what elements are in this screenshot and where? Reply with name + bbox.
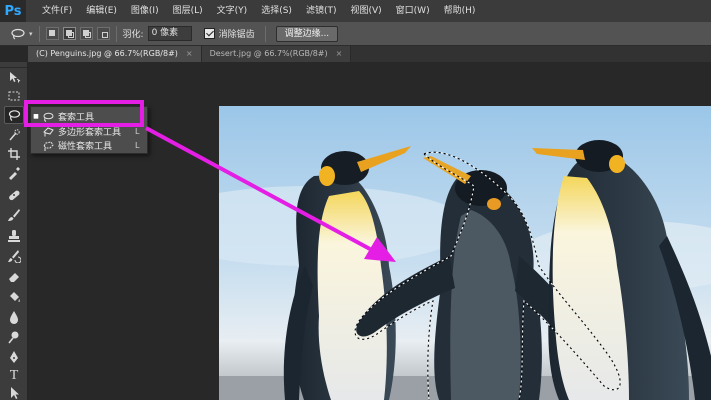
photoshop-logo: Ps: [0, 0, 26, 22]
shortcut-key: L: [135, 127, 140, 136]
flyout-item-label: 磁性套索工具: [58, 142, 113, 152]
shortcut-key: L: [135, 141, 140, 150]
divider: [38, 25, 40, 42]
divider: [264, 25, 266, 42]
menu-bar: Ps 文件(F) 编辑(E) 图像(I) 图层(L) 文字(Y) 选择(S) 滤…: [0, 0, 711, 22]
pen-icon[interactable]: [4, 348, 24, 366]
new-selection-button[interactable]: [45, 27, 59, 40]
clone-stamp-icon[interactable]: [4, 227, 24, 245]
polygonal-lasso-icon: [41, 126, 55, 137]
lasso-icon: [11, 28, 25, 40]
menu-layer[interactable]: 图层(L): [166, 0, 210, 22]
lasso-icon[interactable]: [4, 106, 24, 124]
tab-label: (C) Penguins.jpg @ 66.7%(RGB/8#): [36, 49, 178, 58]
tab-desert[interactable]: Desert.jpg @ 66.7%(RGB/8#) ×: [201, 46, 352, 62]
blur-icon[interactable]: [4, 308, 24, 326]
quick-select-icon[interactable]: [4, 126, 24, 144]
antialias-label: 消除锯齿: [218, 30, 255, 40]
options-bar: ▾ 羽化: 0 像素 消除锯齿 调整边缘...: [0, 22, 711, 46]
marquee-icon[interactable]: [4, 87, 24, 105]
annotation-highlight-box: [24, 100, 144, 127]
crop-icon[interactable]: [4, 145, 24, 163]
penguins-image: [219, 106, 711, 400]
menu-edit[interactable]: 编辑(E): [79, 0, 124, 22]
paint-bucket-icon[interactable]: [4, 288, 24, 306]
penguins-photo[interactable]: [219, 106, 711, 400]
close-icon[interactable]: ×: [186, 46, 193, 62]
menu-file[interactable]: 文件(F): [35, 0, 79, 22]
menu-filter[interactable]: 滤镜(T): [299, 0, 344, 22]
subtract-from-selection-button[interactable]: [79, 27, 93, 40]
move-icon[interactable]: [4, 68, 24, 86]
menu-view[interactable]: 视图(V): [343, 0, 388, 22]
path-select-icon[interactable]: [4, 386, 24, 400]
feather-input[interactable]: 0 像素: [147, 26, 192, 41]
intersect-selection-button[interactable]: [96, 27, 110, 40]
tab-label: Desert.jpg @ 66.7%(RGB/8#): [209, 49, 328, 58]
close-icon[interactable]: ×: [336, 46, 343, 62]
flyout-item-magnetic-lasso[interactable]: 磁性套索工具 L: [31, 138, 147, 153]
menu-window[interactable]: 窗口(W): [389, 0, 437, 22]
tab-penguins[interactable]: (C) Penguins.jpg @ 66.7%(RGB/8#) ×: [28, 46, 202, 62]
eraser-icon[interactable]: [4, 268, 24, 286]
antialias-checkbox[interactable]: [203, 28, 215, 39]
menu-select[interactable]: 选择(S): [254, 0, 299, 22]
history-brush-icon[interactable]: [4, 247, 24, 265]
menu-help[interactable]: 帮助(H): [437, 0, 483, 22]
healing-brush-icon[interactable]: [4, 186, 24, 204]
feather-label: 羽化:: [122, 30, 144, 40]
chevron-down-icon: ▾: [29, 29, 33, 38]
eyedropper-icon[interactable]: [4, 164, 24, 182]
magnetic-lasso-icon: [41, 140, 55, 151]
add-to-selection-button[interactable]: [62, 27, 76, 40]
type-icon[interactable]: T: [4, 367, 24, 385]
brush-icon[interactable]: [4, 206, 24, 224]
refine-edge-button[interactable]: 调整边缘...: [275, 25, 339, 42]
menu-type[interactable]: 文字(Y): [210, 0, 255, 22]
selection-mode-group: [45, 27, 110, 40]
tool-preset-picker[interactable]: ▾: [10, 28, 33, 40]
dodge-icon[interactable]: [4, 328, 24, 346]
divider: [115, 25, 117, 42]
menu-image[interactable]: 图像(I): [124, 0, 166, 22]
document-tab-bar: (C) Penguins.jpg @ 66.7%(RGB/8#) × Deser…: [28, 46, 711, 62]
